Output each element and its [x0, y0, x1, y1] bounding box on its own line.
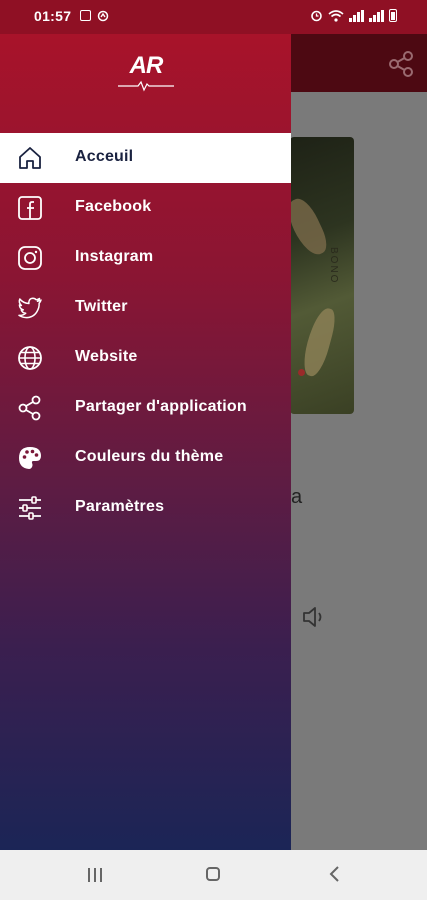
drawer-menu: Acceuil Facebook Instagram Twitter Websi…: [0, 133, 291, 533]
drawer-item-label: Facebook: [75, 198, 152, 215]
volume-icon: [303, 607, 322, 627]
background-artwork: BONO: [290, 137, 354, 414]
home-icon[interactable]: [206, 867, 220, 881]
signal-icon: [369, 10, 384, 22]
instagram-icon: [18, 246, 42, 270]
twitter-icon: [18, 297, 42, 319]
drawer-item-facebook[interactable]: Facebook: [0, 183, 291, 233]
drawer-item-label: Paramètres: [75, 498, 165, 515]
drawer-item-twitter[interactable]: Twitter: [0, 283, 291, 333]
back-icon[interactable]: [326, 865, 344, 883]
alarm-icon: [311, 10, 322, 22]
wifi-icon: [328, 10, 344, 22]
drawer-item-label: Acceuil: [75, 148, 134, 165]
heartbeat-icon: [118, 80, 174, 92]
battery-icon: [389, 9, 397, 22]
share-icon: [389, 51, 413, 77]
navigation-drawer: AR Acceuil Facebook Instagram Twitter We…: [0, 34, 291, 850]
recents-icon[interactable]: [88, 868, 106, 882]
sync-icon: [97, 10, 109, 22]
drawer-item-acceuil[interactable]: Acceuil: [0, 133, 291, 183]
drawer-item-label: Twitter: [75, 298, 128, 315]
status-bar: 01:57: [0, 0, 427, 34]
image-icon: [80, 10, 91, 21]
home-icon: [19, 147, 41, 169]
background-title-fragment: a: [291, 486, 303, 508]
drawer-item-label: Website: [75, 348, 138, 365]
globe-icon: [18, 346, 42, 370]
drawer-item-website[interactable]: Website: [0, 333, 291, 383]
facebook-icon: [18, 196, 42, 220]
artwork-text: BONO: [328, 247, 339, 285]
signal-icon: [349, 10, 364, 22]
share-icon: [18, 395, 41, 421]
app-logo: AR: [116, 52, 176, 94]
drawer-item-theme-colors[interactable]: Couleurs du thème: [0, 433, 291, 483]
drawer-item-instagram[interactable]: Instagram: [0, 233, 291, 283]
status-time: 01:57: [34, 8, 72, 24]
drawer-item-label: Partager d'application: [75, 398, 247, 415]
drawer-item-share-app[interactable]: Partager d'application: [0, 383, 291, 433]
palette-icon: [19, 447, 41, 469]
drawer-item-label: Instagram: [75, 248, 154, 265]
drawer-item-settings[interactable]: Paramètres: [0, 483, 291, 533]
drawer-item-label: Couleurs du thème: [75, 448, 224, 465]
system-nav-bar: [0, 850, 427, 900]
sliders-icon: [19, 496, 41, 520]
logo-text: AR: [129, 52, 164, 79]
